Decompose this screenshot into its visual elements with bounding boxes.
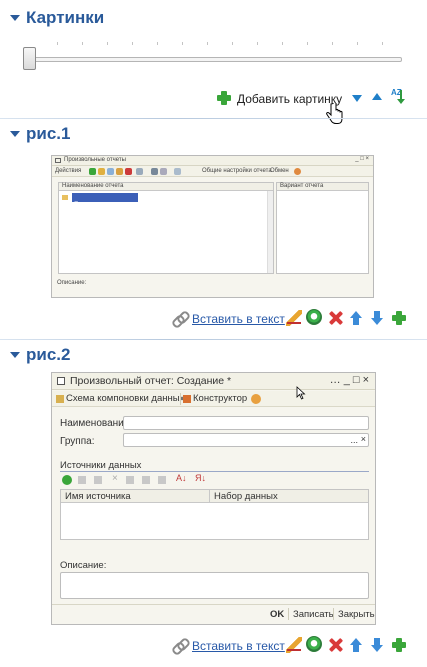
designer-button: Конструктор — [193, 393, 248, 404]
add-icon[interactable] — [391, 310, 407, 326]
common-settings: Общие настройки отчета — [202, 168, 272, 174]
close-button: Закрыть — [338, 609, 375, 620]
name-label: Наименование: — [60, 418, 133, 429]
link-icon — [171, 310, 187, 326]
window-title: Произвольный отчет: Создание * — [70, 375, 232, 387]
move-down-icon[interactable] — [369, 310, 385, 326]
arrow-cursor-icon — [296, 386, 306, 400]
insert-into-text-link[interactable]: Вставить в текст — [192, 312, 285, 326]
name-field — [123, 416, 369, 430]
slider-track[interactable] — [26, 57, 402, 62]
section-title: рис.2 — [26, 345, 71, 364]
edit-icon[interactable] — [286, 310, 302, 326]
figure-2-image: Произвольный отчет: Создание * … _ □ × С… — [51, 372, 376, 625]
section-title: Картинки — [26, 8, 105, 27]
actions-menu: Действия — [55, 168, 82, 174]
collapse-triangle-icon[interactable] — [10, 15, 20, 21]
sources-grid: Имя источника Набор данных — [60, 489, 369, 540]
exchange-menu: Обмен — [270, 168, 289, 174]
group-field: ... × — [123, 433, 369, 447]
window-title: Произвольные отчеты — [64, 157, 126, 163]
move-down-icon[interactable] — [352, 95, 362, 102]
move-up-icon[interactable] — [372, 93, 382, 100]
delete-icon[interactable] — [328, 637, 344, 653]
description-label: Описание: — [60, 560, 107, 571]
move-up-icon[interactable] — [348, 310, 364, 326]
sort-az-icon[interactable]: AZ — [391, 89, 407, 105]
move-up-icon[interactable] — [348, 637, 364, 653]
link-icon — [171, 637, 187, 653]
description-field — [60, 572, 369, 599]
column-header: Имя источника — [65, 491, 131, 502]
schema-button: Схема компоновки данных — [66, 393, 185, 404]
description-label: Описание: — [57, 280, 87, 286]
insert-into-text-link[interactable]: Вставить в текст — [192, 639, 285, 653]
group-label: Группа: — [60, 436, 95, 447]
sources-title: Источники данных — [60, 460, 142, 471]
add-icon[interactable] — [391, 637, 407, 653]
figure-1-image: Произвольные отчеты _ □ × Действия Общие… — [51, 155, 374, 298]
collapse-triangle-icon[interactable] — [10, 352, 20, 358]
slider-thumb[interactable] — [23, 47, 36, 70]
column-header: Набор данных — [214, 491, 278, 502]
section-fig1-header[interactable]: рис.1 — [0, 118, 427, 146]
move-down-icon[interactable] — [369, 637, 385, 653]
save-button: Записать — [293, 609, 334, 620]
save-download-icon[interactable] — [306, 309, 322, 325]
add-picture-icon[interactable] — [216, 90, 232, 106]
left-column-header: Наименование отчета — [62, 183, 124, 189]
save-download-icon[interactable] — [306, 636, 322, 652]
tree-item-selected: Произвольные отчеты — [74, 202, 136, 208]
section-title: рис.1 — [26, 124, 71, 143]
collapse-triangle-icon[interactable] — [10, 131, 20, 137]
section-pictures-header[interactable]: Картинки — [0, 6, 427, 30]
delete-icon[interactable] — [328, 310, 344, 326]
ok-button: OK — [270, 609, 285, 620]
section-fig2-header[interactable]: рис.2 — [0, 339, 427, 367]
edit-icon[interactable] — [286, 637, 302, 653]
right-column-header: Вариант отчета — [280, 183, 324, 189]
